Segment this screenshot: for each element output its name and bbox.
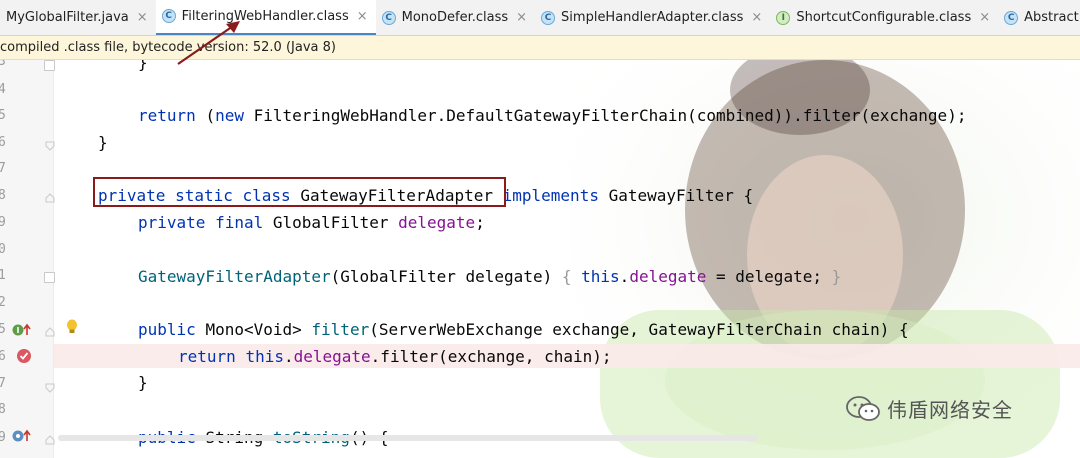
code-line: return (new FilteringWebHandler.DefaultG… (138, 103, 966, 129)
code-line: private final GlobalFilter delegate; (138, 210, 485, 236)
tab-label: AbstractHandlerMa (1024, 10, 1080, 25)
code-line: public Mono<Void> filter(ServerWebExchan… (138, 317, 909, 343)
fold-start-icon[interactable] (44, 190, 56, 203)
keyword: final (215, 213, 264, 232)
code-editor[interactable]: 3 4 5 6 7 8 9 0 1 2 5 6 7 8 9 I} return… (0, 60, 1080, 458)
class-icon: C (1004, 10, 1019, 25)
banner-text: compiled .class file, bytecode version: … (0, 40, 336, 55)
brace: } (138, 60, 148, 72)
fold-end-icon[interactable] (44, 136, 56, 151)
tab-label: FilteringWebHandler.class (181, 8, 349, 24)
assignment: = delegate; (706, 267, 822, 286)
keyword: private (138, 213, 206, 232)
line-number: 8 (0, 188, 6, 203)
interface-name: GatewayFilter { (608, 186, 754, 205)
field-name: delegate (398, 213, 476, 232)
brace: } (831, 267, 842, 286)
line-number: 3 (0, 60, 6, 69)
horizontal-scrollbar[interactable] (58, 435, 758, 441)
brace: { (561, 267, 572, 286)
line-number: 1 (0, 268, 6, 283)
call: .filter(exchange, chain); (370, 347, 612, 366)
close-icon[interactable]: × (516, 10, 527, 25)
params: (ServerWebExchange exchange, GatewayFilt… (369, 320, 909, 339)
class-icon: C (161, 9, 176, 23)
field-name: delegate (629, 267, 707, 286)
tab-label: MyGlobalFilter.java (6, 10, 129, 25)
code-line: } (138, 60, 148, 76)
keyword: public (138, 320, 196, 339)
close-icon[interactable]: × (979, 10, 990, 25)
line-number: 6 (0, 349, 6, 364)
tab-label: MonoDefer.class (401, 10, 509, 25)
params: (GlobalFilter delegate) (330, 267, 553, 286)
keyword: this (245, 347, 284, 366)
annotation-highlight-box (93, 177, 506, 207)
line-number: 4 (0, 82, 6, 97)
paren: ( (205, 106, 216, 125)
line-number: 0 (0, 242, 6, 257)
watermark-text: 伟盾网络安全 (887, 398, 1013, 422)
line-number: 8 (0, 402, 6, 417)
line-number: 2 (0, 295, 6, 310)
breakpoint-icon[interactable] (16, 348, 32, 364)
fold-marker[interactable] (44, 272, 55, 283)
line-number: 7 (0, 376, 6, 391)
code-line: return this.delegate.filter(exchange, ch… (178, 344, 612, 370)
line-number: 5 (0, 108, 6, 123)
constructor-name: GatewayFilterAdapter (138, 267, 331, 286)
tab-label: ShortcutConfigurable.class (796, 10, 972, 25)
svg-text:I: I (17, 326, 20, 335)
watermark: 伟盾网络安全 (845, 394, 1013, 423)
fold-start-icon[interactable] (44, 432, 56, 445)
type-name: GlobalFilter (272, 213, 389, 232)
tab-monodefer[interactable]: C MonoDefer.class × (376, 0, 535, 35)
fold-marker[interactable] (44, 60, 55, 71)
expression: FilteringWebHandler.DefaultGatewayFilter… (253, 106, 967, 125)
line-number: 9 (0, 430, 6, 445)
close-icon[interactable]: × (751, 10, 762, 25)
wechat-icon (846, 395, 880, 421)
tab-myglobalfilter[interactable]: MyGlobalFilter.java × (0, 0, 156, 35)
dot: . (283, 347, 294, 366)
brace: } (98, 133, 108, 152)
override-method-icon[interactable] (12, 429, 32, 443)
class-icon: C (541, 10, 556, 25)
editor-tab-bar: MyGlobalFilter.java × C FilteringWebHand… (0, 0, 1080, 36)
keyword: return (138, 106, 196, 125)
type-name: Mono<Void> (205, 320, 302, 339)
lightbulb-icon[interactable] (66, 319, 78, 335)
keyword: implements (502, 186, 599, 205)
decompiled-banner: compiled .class file, bytecode version: … (0, 36, 1080, 60)
tab-label: SimpleHandlerAdapter.class (561, 10, 744, 25)
keyword: return (178, 347, 236, 366)
tab-abstracthandlermapping[interactable]: C AbstractHandlerMa (998, 0, 1080, 35)
code-line: GatewayFilterAdapter(GlobalFilter delega… (138, 264, 841, 290)
field-name: delegate (293, 347, 371, 366)
tab-shortcutconfigurable[interactable]: I ShortcutConfigurable.class × (770, 0, 998, 35)
line-number: 7 (0, 161, 6, 176)
code-line: } (138, 370, 148, 396)
line-number: 6 (0, 135, 6, 150)
keyword: this (581, 267, 620, 286)
close-icon[interactable]: × (357, 9, 368, 24)
line-number: 9 (0, 215, 6, 230)
dot: . (619, 267, 630, 286)
code-line: } (98, 130, 108, 156)
tab-simplehandleradapter[interactable]: C SimpleHandlerAdapter.class × (535, 0, 770, 35)
close-icon[interactable]: × (137, 10, 148, 25)
brace: } (138, 373, 148, 392)
method-name: filter (311, 320, 370, 339)
semicolon: ; (475, 213, 485, 232)
class-icon: C (381, 10, 396, 25)
tab-filteringwebhandler[interactable]: C FilteringWebHandler.class × (155, 0, 376, 35)
line-number: 5 (0, 322, 6, 337)
implementing-method-icon[interactable]: I (12, 323, 32, 337)
keyword: new (215, 106, 244, 125)
fold-start-icon[interactable] (44, 324, 56, 337)
interface-icon: I (776, 10, 791, 25)
fold-end-icon[interactable] (44, 378, 56, 393)
